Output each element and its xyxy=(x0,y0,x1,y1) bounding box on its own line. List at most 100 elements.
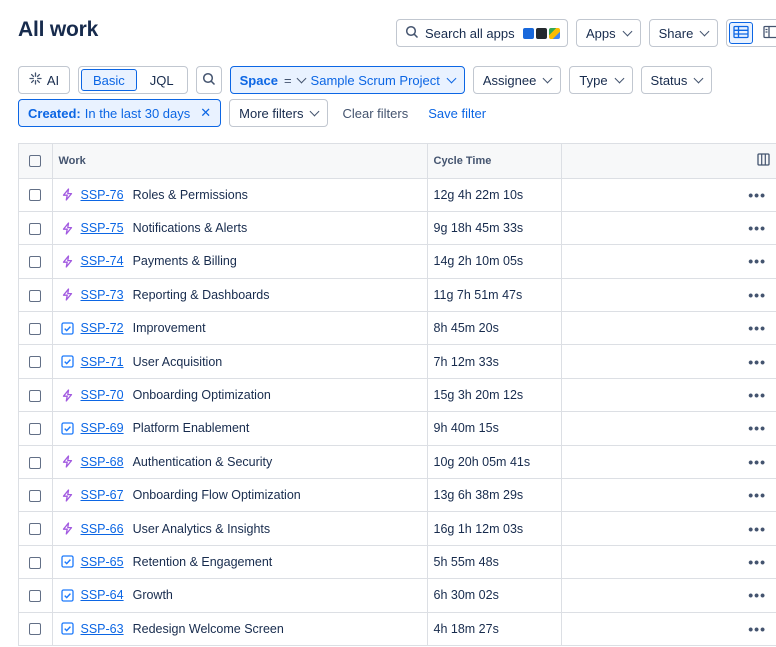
table-row[interactable]: SSP-65 Retention & Engagement 5h 55m 48s ••… xyxy=(19,545,776,580)
work-item-summary[interactable]: Payments & Billing xyxy=(133,254,237,268)
work-item-summary[interactable]: Retention & Engagement xyxy=(133,555,273,569)
more-filters-button[interactable]: More filters xyxy=(229,99,329,127)
row-checkbox[interactable] xyxy=(29,389,42,402)
table-row[interactable]: SSP-73 Reporting & Dashboards 11g 7h 51m 4… xyxy=(19,278,776,313)
table-row[interactable]: SSP-66 User Analytics & Insights 16g 1h 12… xyxy=(19,511,776,546)
work-item-key-link[interactable]: SSP-75 xyxy=(81,221,124,235)
work-item-summary[interactable]: Onboarding Optimization xyxy=(133,388,271,402)
work-cell: SSP-63 Redesign Welcome Screen xyxy=(52,612,428,646)
work-item-summary[interactable]: Redesign Welcome Screen xyxy=(133,622,284,636)
work-item-key-link[interactable]: SSP-68 xyxy=(81,455,124,469)
work-item-summary[interactable]: Reporting & Dashboards xyxy=(133,288,270,302)
row-checkbox[interactable] xyxy=(29,289,42,302)
share-dropdown[interactable]: Share xyxy=(648,19,719,47)
row-checkbox[interactable] xyxy=(29,322,42,335)
row-checkbox[interactable] xyxy=(29,356,42,369)
more-horizontal-icon[interactable]: ••• xyxy=(748,253,766,269)
work-item-key-link[interactable]: SSP-73 xyxy=(81,288,124,302)
table-row[interactable]: SSP-67 Onboarding Flow Optimization 13g 6h… xyxy=(19,478,776,513)
more-horizontal-icon[interactable]: ••• xyxy=(748,587,766,603)
work-item-summary[interactable]: Platform Enablement xyxy=(133,421,250,435)
work-item-key-link[interactable]: SSP-71 xyxy=(81,355,124,369)
work-item-key-link[interactable]: SSP-74 xyxy=(81,254,124,268)
row-checkbox[interactable] xyxy=(29,256,42,269)
row-actions-cell: ••• xyxy=(561,178,776,212)
work-item-key-link[interactable]: SSP-70 xyxy=(81,388,124,402)
space-filter[interactable]: Space = Sample Scrum Project xyxy=(229,66,465,94)
work-item-key-link[interactable]: SSP-76 xyxy=(81,188,124,202)
table-row[interactable]: SSP-64 Growth 6h 30m 02s ••• xyxy=(19,578,776,613)
column-header-cycle-time[interactable]: Cycle Time xyxy=(427,144,562,179)
created-filter[interactable]: Created: In the last 30 days ✕ xyxy=(18,99,222,127)
more-horizontal-icon[interactable]: ••• xyxy=(748,220,766,236)
basic-mode-button[interactable]: Basic xyxy=(81,69,137,91)
row-checkbox[interactable] xyxy=(29,423,42,436)
table-row[interactable]: SSP-63 Redesign Welcome Screen 4h 18m 27s •… xyxy=(19,612,776,646)
space-operator[interactable]: = xyxy=(284,73,306,88)
jql-mode-button[interactable]: JQL xyxy=(139,69,185,91)
work-item-summary[interactable]: Onboarding Flow Optimization xyxy=(133,488,301,502)
more-horizontal-icon[interactable]: ••• xyxy=(748,420,766,436)
more-horizontal-icon[interactable]: ••• xyxy=(748,621,766,637)
work-item-key-link[interactable]: SSP-69 xyxy=(81,421,124,435)
select-all-checkbox[interactable] xyxy=(29,154,42,167)
more-horizontal-icon[interactable]: ••• xyxy=(748,521,766,537)
search-all-apps-button[interactable]: Search all apps xyxy=(396,19,568,47)
work-item-summary[interactable]: User Analytics & Insights xyxy=(133,522,271,536)
list-view-button[interactable] xyxy=(729,22,754,44)
row-checkbox[interactable] xyxy=(29,556,42,569)
column-header-work[interactable]: Work xyxy=(52,144,428,179)
table-row[interactable]: SSP-68 Authentication & Security 10g 20h 0… xyxy=(19,445,776,480)
row-checkbox[interactable] xyxy=(29,590,42,603)
more-horizontal-icon[interactable]: ••• xyxy=(748,454,766,470)
apps-dropdown[interactable]: Apps xyxy=(576,19,641,47)
row-checkbox[interactable] xyxy=(29,456,42,469)
work-item-summary[interactable]: Authentication & Security xyxy=(133,455,273,469)
work-item-key-link[interactable]: SSP-64 xyxy=(81,588,124,602)
more-horizontal-icon[interactable]: ••• xyxy=(748,354,766,370)
columns-icon[interactable] xyxy=(757,153,770,169)
table-row[interactable]: SSP-69 Platform Enablement 9h 40m 15s ••• xyxy=(19,411,776,446)
cycle-time-cell: 12g 4h 22m 10s xyxy=(427,178,562,212)
work-item-summary[interactable]: Improvement xyxy=(133,321,206,335)
column-settings-cell xyxy=(561,144,776,179)
type-filter[interactable]: Type xyxy=(569,66,633,94)
save-filter-button[interactable]: Save filter xyxy=(422,99,492,127)
more-horizontal-icon[interactable]: ••• xyxy=(748,387,766,403)
ai-button[interactable]: AI xyxy=(18,66,70,94)
work-item-key-link[interactable]: SSP-67 xyxy=(81,488,124,502)
work-item-summary[interactable]: Roles & Permissions xyxy=(133,188,248,202)
close-icon[interactable]: ✕ xyxy=(200,105,211,121)
row-checkbox[interactable] xyxy=(29,222,42,235)
work-item-key-link[interactable]: SSP-63 xyxy=(81,622,124,636)
table-row[interactable]: SSP-70 Onboarding Optimization 15g 3h 20m … xyxy=(19,378,776,413)
app-icons xyxy=(522,27,560,39)
assignee-filter[interactable]: Assignee xyxy=(472,66,562,94)
row-checkbox[interactable] xyxy=(29,489,42,502)
work-item-key-link[interactable]: SSP-65 xyxy=(81,555,124,569)
detail-view-button[interactable] xyxy=(755,20,776,46)
more-horizontal-icon[interactable]: ••• xyxy=(748,320,766,336)
work-item-summary[interactable]: User Acquisition xyxy=(133,355,223,369)
more-horizontal-icon[interactable]: ••• xyxy=(748,187,766,203)
work-item-summary[interactable]: Growth xyxy=(133,588,173,602)
table-row[interactable]: SSP-75 Notifications & Alerts 9g 18h 45m 3… xyxy=(19,211,776,246)
more-horizontal-icon[interactable]: ••• xyxy=(748,487,766,503)
work-item-key-link[interactable]: SSP-66 xyxy=(81,522,124,536)
row-checkbox[interactable] xyxy=(29,523,42,536)
table-row[interactable]: SSP-74 Payments & Billing 14g 2h 10m 05s ••… xyxy=(19,244,776,279)
table-row[interactable]: SSP-71 User Acquisition 7h 12m 33s ••• xyxy=(19,344,776,379)
work-item-key-link[interactable]: SSP-72 xyxy=(81,321,124,335)
table-row[interactable]: SSP-76 Roles & Permissions 12g 4h 22m 10s •… xyxy=(19,178,776,212)
search-button[interactable] xyxy=(195,66,222,94)
epic-lightning-icon xyxy=(61,288,75,302)
table-row[interactable]: SSP-72 Improvement 8h 45m 20s ••• xyxy=(19,311,776,346)
more-horizontal-icon[interactable]: ••• xyxy=(748,554,766,570)
row-checkbox[interactable] xyxy=(29,623,42,636)
epic-lightning-icon xyxy=(61,188,75,202)
row-checkbox[interactable] xyxy=(29,189,42,202)
clear-filters-button[interactable]: Clear filters xyxy=(336,99,414,127)
status-filter[interactable]: Status xyxy=(640,66,713,94)
work-item-summary[interactable]: Notifications & Alerts xyxy=(133,221,248,235)
more-horizontal-icon[interactable]: ••• xyxy=(748,287,766,303)
